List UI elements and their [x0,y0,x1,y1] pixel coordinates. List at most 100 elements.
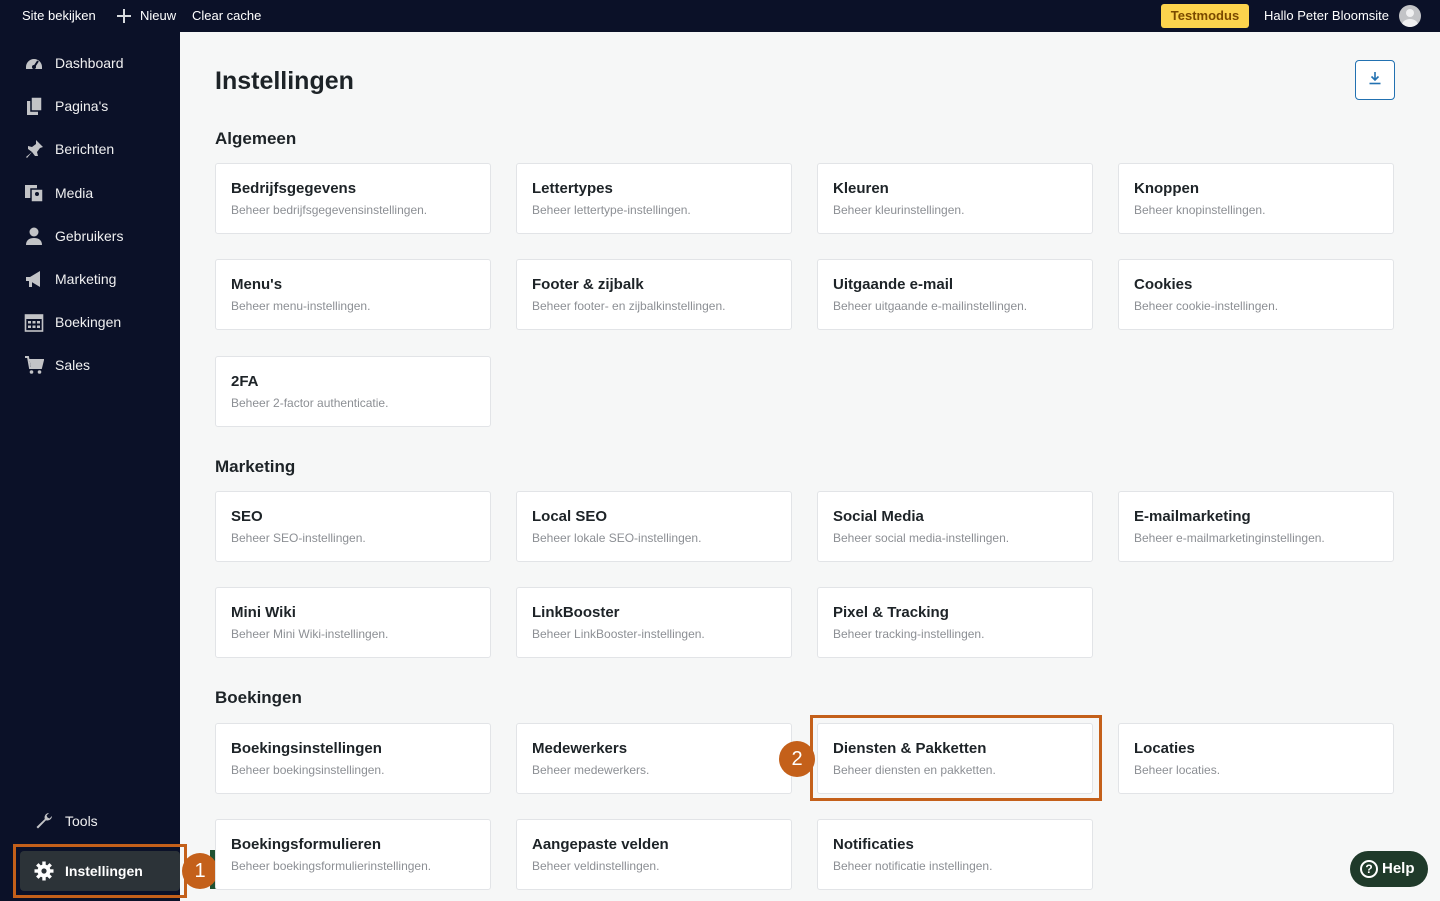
clear-cache-link[interactable]: Clear cache [192,0,261,32]
admin-topbar: Site bekijken Nieuw Clear cache Testmodu… [0,0,1440,32]
card-description: Beheer Mini Wiki-instellingen. [231,627,389,641]
question-icon: ? [1360,860,1378,878]
sidebar-item-posts[interactable]: Berichten [0,129,180,169]
card-title: Kleuren [833,180,889,197]
card-description: Beheer veldinstellingen. [532,859,660,873]
card-description: Beheer boekingsformulierinstellingen. [231,859,432,873]
card-description: Beheer lettertype-instellingen. [532,203,691,217]
card-title: Knoppen [1134,180,1199,197]
settings-card-custom-fields[interactable]: Aangepaste velden Beheer veldinstellingen… [516,819,792,890]
help-button[interactable]: ? Help [1350,851,1428,887]
settings-card-menus[interactable]: Menu's Beheer menu-instellingen. [215,259,491,330]
sidebar-item-label: Media [55,185,94,201]
settings-card-linkbooster[interactable]: LinkBooster Beheer LinkBooster-instelling… [516,587,792,658]
card-description: Beheer e-mailmarketinginstellingen. [1134,531,1325,545]
card-description: Beheer locaties. [1134,763,1221,777]
step-badge-1: 1 [182,853,218,889]
settings-card-social-media[interactable]: Social Media Beheer social media-instelli… [817,491,1093,562]
page-title: Instellingen [215,67,354,95]
card-description: Beheer uitgaande e-mailinstellingen. [833,299,1028,313]
test-mode-badge[interactable]: Testmodus [1161,4,1249,28]
help-label: Help [1382,860,1415,877]
card-description: Beheer bedrijfsgegevensinstellingen. [231,203,428,217]
sidebar-item-pages[interactable]: Pagina's [0,86,180,126]
card-title: Notificaties [833,836,914,853]
sidebar-item-label: Boekingen [55,314,122,330]
sidebar-item-media[interactable]: Media [0,173,180,213]
card-description: Beheer 2-factor authenticatie. [231,396,389,410]
card-description: Beheer cookie-instellingen. [1134,299,1279,313]
settings-card-notifications[interactable]: Notificaties Beheer notificatie instellin… [817,819,1093,890]
card-title: Menu's [231,276,283,293]
settings-card-company[interactable]: Bedrijfsgegevens Beheer bedrijfsgegevensi… [215,163,491,234]
sidebar-item-dashboard[interactable]: Dashboard [0,43,180,83]
card-title: Aangepaste velden [532,836,669,853]
settings-card-fonts[interactable]: Lettertypes Beheer lettertype-instellinge… [516,163,792,234]
sidebar-item-tools[interactable]: Tools [0,801,180,841]
settings-card-locations[interactable]: Locaties Beheer locaties. [1118,723,1394,794]
settings-card-employees[interactable]: Medewerkers Beheer medewerkers. [516,723,792,794]
highlight-box-settings [13,844,187,898]
card-title: Medewerkers [532,740,628,757]
wrench-icon [34,811,54,831]
card-description: Beheer tracking-instellingen. [833,627,985,641]
pin-icon [24,139,44,159]
sidebar-item-label: Marketing [55,271,117,287]
card-title: 2FA [231,373,259,390]
settings-card-2fa[interactable]: 2FA Beheer 2-factor authenticatie. [215,356,491,427]
user-greeting[interactable]: Hallo Peter Bloomsite [1264,0,1389,32]
sidebar-item-users[interactable]: Gebruikers [0,216,180,256]
card-title: Cookies [1134,276,1193,293]
step-badge-2: 2 [779,741,815,777]
settings-card-footer[interactable]: Footer & zijbalk Beheer footer- en zijbal… [516,259,792,330]
avatar[interactable] [1399,5,1421,27]
settings-card-booking-settings[interactable]: Boekingsinstellingen Beheer boekingsinste… [215,723,491,794]
dashboard-icon [24,53,44,73]
card-description: Beheer LinkBooster-instellingen. [532,627,705,641]
settings-card-email-marketing[interactable]: E-mailmarketing Beheer e-mailmarketingins… [1118,491,1394,562]
card-description: Beheer footer- en zijbalkinstellingen. [532,299,726,313]
highlight-box-services [810,715,1102,801]
megaphone-icon [24,269,44,289]
settings-card-buttons[interactable]: Knoppen Beheer knopinstellingen. [1118,163,1394,234]
view-site-link[interactable]: Site bekijken [22,0,96,32]
settings-card-pixel-tracking[interactable]: Pixel & Tracking Beheer tracking-instelli… [817,587,1093,658]
card-title: Lettertypes [532,180,613,197]
cart-icon [24,355,44,375]
sidebar-item-sales[interactable]: Sales [0,345,180,385]
export-button[interactable] [1355,60,1395,100]
settings-card-colors[interactable]: Kleuren Beheer kleurinstellingen. [817,163,1093,234]
card-title: Footer & zijbalk [532,276,644,293]
sidebar-item-bookings[interactable]: Boekingen [0,302,180,342]
settings-card-outgoing-email[interactable]: Uitgaande e-mail Beheer uitgaande e-maili… [817,259,1093,330]
sidebar-item-label: Sales [55,357,91,373]
calendar-icon [24,312,44,332]
card-description: Beheer SEO-instellingen. [231,531,366,545]
admin-sidebar: Dashboard Pagina's Berichten Media Gebru… [0,32,180,901]
settings-card-local-seo[interactable]: Local SEO Beheer lokale SEO-instellingen. [516,491,792,562]
card-title: Bedrijfsgegevens [231,180,357,197]
new-link[interactable]: Nieuw [140,0,176,32]
settings-card-booking-forms[interactable]: Boekingsformulieren Beheer boekingsformul… [215,819,491,890]
card-description: Beheer notificatie instellingen. [833,859,993,873]
card-description: Beheer knopinstellingen. [1134,203,1266,217]
section-title: Algemeen [215,129,297,148]
card-title: SEO [231,508,263,525]
sidebar-item-label: Berichten [55,141,115,157]
card-title: Local SEO [532,508,608,525]
sidebar-item-marketing[interactable]: Marketing [0,259,180,299]
settings-card-mini-wiki[interactable]: Mini Wiki Beheer Mini Wiki-instellingen. [215,587,491,658]
sidebar-item-label: Gebruikers [55,228,124,244]
card-title: LinkBooster [532,604,620,621]
plus-icon[interactable] [117,9,131,23]
sidebar-item-label: Tools [65,813,98,829]
settings-card-seo[interactable]: SEO Beheer SEO-instellingen. [215,491,491,562]
download-icon [1368,71,1382,90]
card-title: Boekingsinstellingen [231,740,382,757]
card-description: Beheer social media-instellingen. [833,531,1010,545]
settings-card-cookies[interactable]: Cookies Beheer cookie-instellingen. [1118,259,1394,330]
card-title: Social Media [833,508,924,525]
card-description: Beheer menu-instellingen. [231,299,371,313]
card-description: Beheer boekingsinstellingen. [231,763,385,777]
card-title: E-mailmarketing [1134,508,1251,525]
